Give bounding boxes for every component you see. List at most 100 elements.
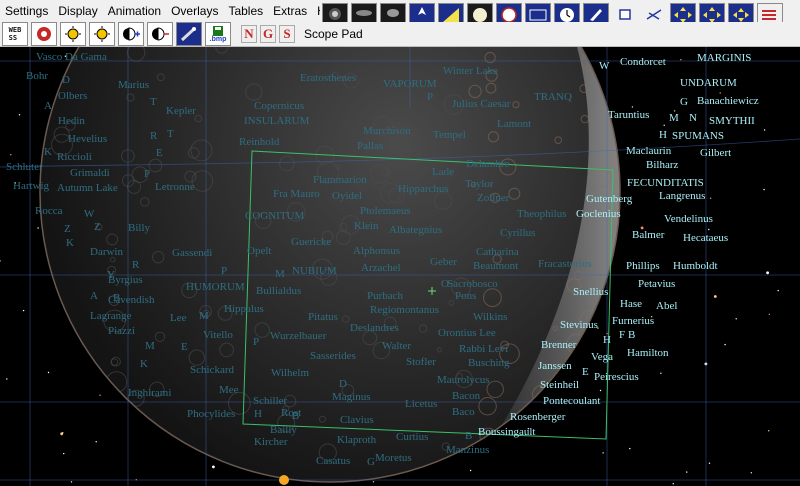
lunar-feature-label[interactable]: Gassendi xyxy=(172,247,212,259)
lunar-feature-label[interactable]: Orontius Lee xyxy=(438,327,496,339)
lunar-feature-label[interactable]: VAPORUM xyxy=(383,78,437,90)
lunar-feature-label[interactable]: Catharina xyxy=(476,246,519,258)
lunar-feature-label[interactable]: Condorcet xyxy=(620,56,666,68)
lunar-feature-label[interactable]: Hecataeus xyxy=(683,232,728,244)
lunar-feature-label[interactable]: Vendelinus xyxy=(664,213,713,225)
lunar-feature-label[interactable]: Steinheil xyxy=(540,379,579,391)
lunar-feature-label[interactable]: Delambre xyxy=(466,158,509,170)
lunar-feature-label[interactable]: Manzinus xyxy=(446,444,489,456)
lunar-feature-label[interactable]: Ptolemaeus xyxy=(360,205,411,217)
s-filter-button[interactable]: S xyxy=(279,25,295,43)
lunar-feature-letter[interactable]: P xyxy=(144,168,150,180)
lunar-feature-letter[interactable]: O xyxy=(441,278,449,290)
lunar-feature-label[interactable]: HUMORUM xyxy=(186,281,245,293)
lunar-feature-label[interactable]: Billy xyxy=(128,222,151,234)
lunar-feature-letter[interactable]: R xyxy=(132,259,140,271)
lunar-feature-letter[interactable]: D xyxy=(339,378,347,390)
lunar-feature-label[interactable]: Pontecoulant xyxy=(543,395,600,407)
lunar-feature-label[interactable]: Pons xyxy=(455,290,476,302)
lunar-feature-label[interactable]: Schickard xyxy=(190,364,234,376)
lunar-feature-label[interactable]: Phillips xyxy=(626,260,660,272)
lunar-feature-label[interactable]: FECUNDITATIS xyxy=(627,177,704,189)
lunar-feature-label[interactable]: Purbach xyxy=(367,290,404,302)
lunar-feature-label[interactable]: Baco xyxy=(452,406,475,418)
lunar-feature-label[interactable]: Vitello xyxy=(203,329,233,341)
lunar-feature-label[interactable]: Sacrobosco xyxy=(447,278,498,290)
lunar-feature-label[interactable]: Rosenberger xyxy=(510,411,566,423)
lunar-feature-label[interactable]: Alphonsus xyxy=(353,245,400,257)
sun-2-icon[interactable] xyxy=(89,22,115,46)
lunar-feature-label[interactable]: Schluter xyxy=(6,161,43,173)
lunar-feature-label[interactable]: Wilhelm xyxy=(271,367,309,379)
lunar-feature-label[interactable]: Lagrange xyxy=(90,310,132,322)
lunar-feature-label[interactable]: SMYTHII xyxy=(709,115,755,127)
nebula-icon[interactable] xyxy=(31,22,57,46)
lunar-feature-letter[interactable]: K xyxy=(66,237,74,249)
menu-extras[interactable]: Extras xyxy=(268,0,312,22)
lunar-feature-label[interactable]: Mee xyxy=(219,384,239,396)
lunar-feature-letter[interactable]: M xyxy=(669,112,679,124)
lunar-feature-label[interactable]: Lade xyxy=(432,166,454,178)
lunar-feature-label[interactable]: INSULARUM xyxy=(244,115,310,127)
lunar-feature-label[interactable]: Vega xyxy=(591,351,613,363)
lunar-feature-letter[interactable]: B xyxy=(113,292,120,304)
lunar-feature-label[interactable]: Cyrillus xyxy=(500,227,535,239)
lunar-feature-letter[interactable]: T xyxy=(167,128,174,140)
lunar-feature-letter[interactable]: Z xyxy=(64,223,71,235)
n-filter-button[interactable]: N xyxy=(241,25,257,43)
lunar-feature-label[interactable]: Moretus xyxy=(375,452,412,464)
lunar-feature-label[interactable]: Taylor xyxy=(465,178,494,190)
lunar-feature-label[interactable]: MARGINIS xyxy=(697,52,751,64)
lunar-feature-label[interactable]: Kircher xyxy=(254,436,288,448)
lunar-feature-letter[interactable]: G xyxy=(367,456,375,468)
lunar-feature-label[interactable]: Winter Lake xyxy=(443,65,498,77)
lunar-feature-label[interactable]: Hamilton xyxy=(627,347,669,359)
lunar-feature-label[interactable]: Autumn Lake xyxy=(57,182,118,194)
lunar-feature-label[interactable]: Oyidel xyxy=(332,190,362,202)
lunar-feature-label[interactable]: Abel xyxy=(656,300,677,312)
web-ss-button[interactable]: WEB SS xyxy=(2,22,28,46)
lunar-feature-label[interactable]: Petavius xyxy=(638,278,675,290)
save-bmp-button[interactable]: .bmp xyxy=(205,22,231,46)
lunar-feature-label[interactable]: Bullialdus xyxy=(256,285,301,297)
lunar-feature-letter[interactable]: B xyxy=(292,410,299,422)
lunar-feature-label[interactable]: Janssen xyxy=(538,360,572,372)
moon-phase-minus-icon[interactable] xyxy=(147,22,173,46)
lunar-feature-label[interactable]: Deslandres xyxy=(350,322,399,334)
scope-pad-button[interactable]: Scope Pad xyxy=(298,27,363,41)
lunar-feature-label[interactable]: Bilharz xyxy=(646,159,678,171)
moon-phase-plus-icon[interactable] xyxy=(118,22,144,46)
lunar-feature-label[interactable]: Guericke xyxy=(291,236,331,248)
lunar-feature-letter[interactable]: N xyxy=(689,112,697,124)
lunar-feature-label[interactable]: Brenner xyxy=(541,339,577,351)
lunar-feature-label[interactable]: Kepler xyxy=(166,105,196,117)
lunar-feature-label[interactable]: Gilbert xyxy=(700,147,731,159)
lunar-feature-letter[interactable]: A xyxy=(44,100,52,112)
lunar-feature-label[interactable]: Balmer xyxy=(632,229,665,241)
lunar-feature-label[interactable]: Rabbi Levi xyxy=(459,343,508,355)
lunar-feature-label[interactable]: Stofler xyxy=(406,356,436,368)
lunar-feature-label[interactable]: Theophilus xyxy=(517,208,567,220)
lunar-feature-label[interactable]: Pallas xyxy=(357,140,383,152)
lunar-feature-label[interactable]: Klein xyxy=(354,220,379,232)
lunar-feature-letter[interactable]: E xyxy=(181,341,188,353)
lunar-feature-label[interactable]: Hedin xyxy=(58,115,85,127)
lunar-feature-letter[interactable]: W xyxy=(84,208,95,220)
lunar-feature-letter[interactable]: G xyxy=(680,96,688,108)
lunar-feature-letter[interactable]: P xyxy=(253,336,259,348)
lunar-feature-label[interactable]: Maginus xyxy=(332,391,371,403)
lunar-feature-letter[interactable]: W xyxy=(599,60,610,72)
lunar-feature-letter[interactable]: M xyxy=(199,310,209,322)
lunar-feature-letter[interactable]: E xyxy=(582,366,589,378)
lunar-feature-label[interactable]: Beaumont xyxy=(473,260,518,272)
lunar-feature-label[interactable]: Letronne xyxy=(155,181,195,193)
comet-icon[interactable] xyxy=(176,22,202,46)
lunar-feature-label[interactable]: SPUMANS xyxy=(672,130,724,142)
lunar-feature-label[interactable]: Arzachel xyxy=(361,262,401,274)
lunar-feature-letter[interactable]: A xyxy=(90,290,98,302)
lunar-feature-label[interactable]: Maclaurin xyxy=(626,145,672,157)
lunar-feature-label[interactable]: Albategnius xyxy=(389,224,442,236)
lunar-feature-letter[interactable]: H xyxy=(254,408,262,420)
lunar-feature-label[interactable]: Grimaldi xyxy=(70,167,110,179)
sun-icon[interactable] xyxy=(60,22,86,46)
